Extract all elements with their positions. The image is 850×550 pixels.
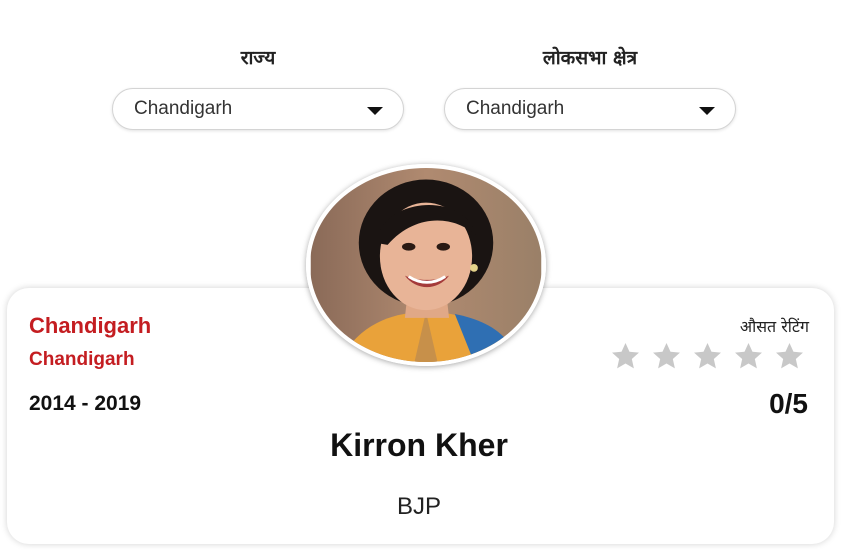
mp-photo-avatar	[306, 164, 546, 366]
mp-party: BJP	[396, 493, 441, 520]
caret-down-icon	[367, 106, 383, 115]
average-rating-value: 0/5	[769, 388, 808, 419]
mp-name: Kirron Kher	[330, 427, 508, 463]
constituency-select-value: Chandigarh	[466, 98, 565, 119]
constituency-filter-label: लोकसभा क्षेत्र	[542, 47, 638, 69]
caret-down-icon	[699, 106, 715, 115]
mp-state-name: Chandigarh	[29, 313, 152, 338]
star-icon[interactable]	[650, 340, 683, 373]
star-icon[interactable]	[732, 340, 765, 373]
star-icon[interactable]	[609, 340, 642, 373]
average-rating-label: औसत रेटिंग	[739, 317, 809, 336]
state-filter-label: राज्य	[240, 47, 276, 69]
mp-constituency-name: Chandigarh	[29, 349, 135, 370]
mp-term-years: 2014 - 2019	[29, 392, 142, 415]
star-icon[interactable]	[773, 340, 806, 373]
star-icon[interactable]	[691, 340, 724, 373]
state-select-value: Chandigarh	[134, 98, 233, 119]
state-select[interactable]: Chandigarh	[112, 88, 404, 130]
constituency-select[interactable]: Chandigarh	[444, 88, 736, 130]
star-rating[interactable]	[609, 340, 806, 373]
portrait-photo-icon	[310, 168, 542, 362]
